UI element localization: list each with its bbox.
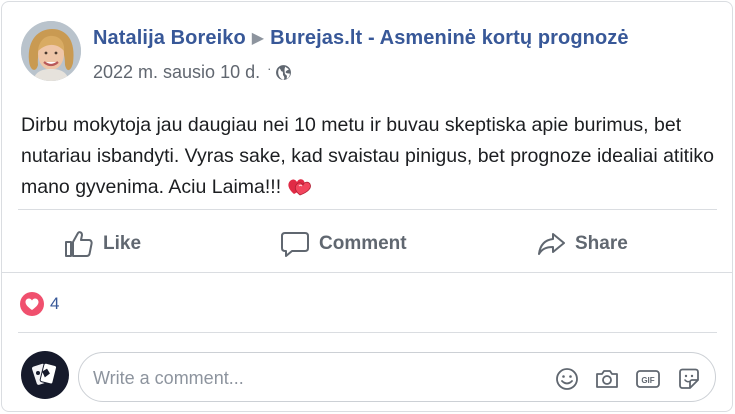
comment-composer: GIF [78,352,716,402]
camera-icon[interactable] [594,366,620,392]
current-user-avatar[interactable] [21,351,69,399]
post-body: Dirbu mokytoja jau daugiau nei 10 metu i… [21,110,721,203]
like-label: Like [103,233,142,254]
sparkling-heart-icon [288,179,312,196]
comment-button[interactable]: Comment [280,224,407,264]
share-button[interactable]: Share [536,224,628,264]
reaction-count[interactable]: 4 [50,294,59,314]
svg-text:GIF: GIF [641,376,654,385]
share-target-arrow-icon: ▶ [251,30,265,47]
sticker-icon[interactable] [676,366,702,392]
meta-separator: · [267,61,272,76]
post-card: Natalija Boreiko ▶ Burejas.lt - Asmeninė k… [1,1,733,412]
divider-reactions [18,332,717,333]
author-avatar[interactable] [21,21,81,81]
emoji-icon[interactable] [554,366,580,392]
thumbs-up-icon [65,231,93,257]
gif-icon[interactable]: GIF [635,366,661,392]
target-page-link[interactable]: Burejas.lt - Asmeninė kortų prognozė [270,27,628,49]
divider-actions [2,272,732,273]
share-label: Share [575,233,628,254]
like-button[interactable]: Like [64,224,141,264]
divider-top [18,209,717,210]
post-meta: 2022 m. sausio 10 d. · [93,61,292,83]
heart-icon[interactable] [20,292,44,316]
author-name-link[interactable]: Natalija Boreiko [93,27,246,49]
comment-input[interactable] [93,363,533,393]
post-text: Dirbu mokytoja jau daugiau nei 10 metu i… [21,114,715,198]
post-timestamp[interactable]: 2022 m. sausio 10 d. [93,62,260,83]
globe-icon[interactable] [275,64,292,81]
post-header: Natalija Boreiko ▶ Burejas.lt - Asmeninė k… [93,27,629,50]
share-arrow-icon [538,233,565,255]
comment-label: Comment [319,233,407,254]
comment-bubble-icon [281,232,309,257]
